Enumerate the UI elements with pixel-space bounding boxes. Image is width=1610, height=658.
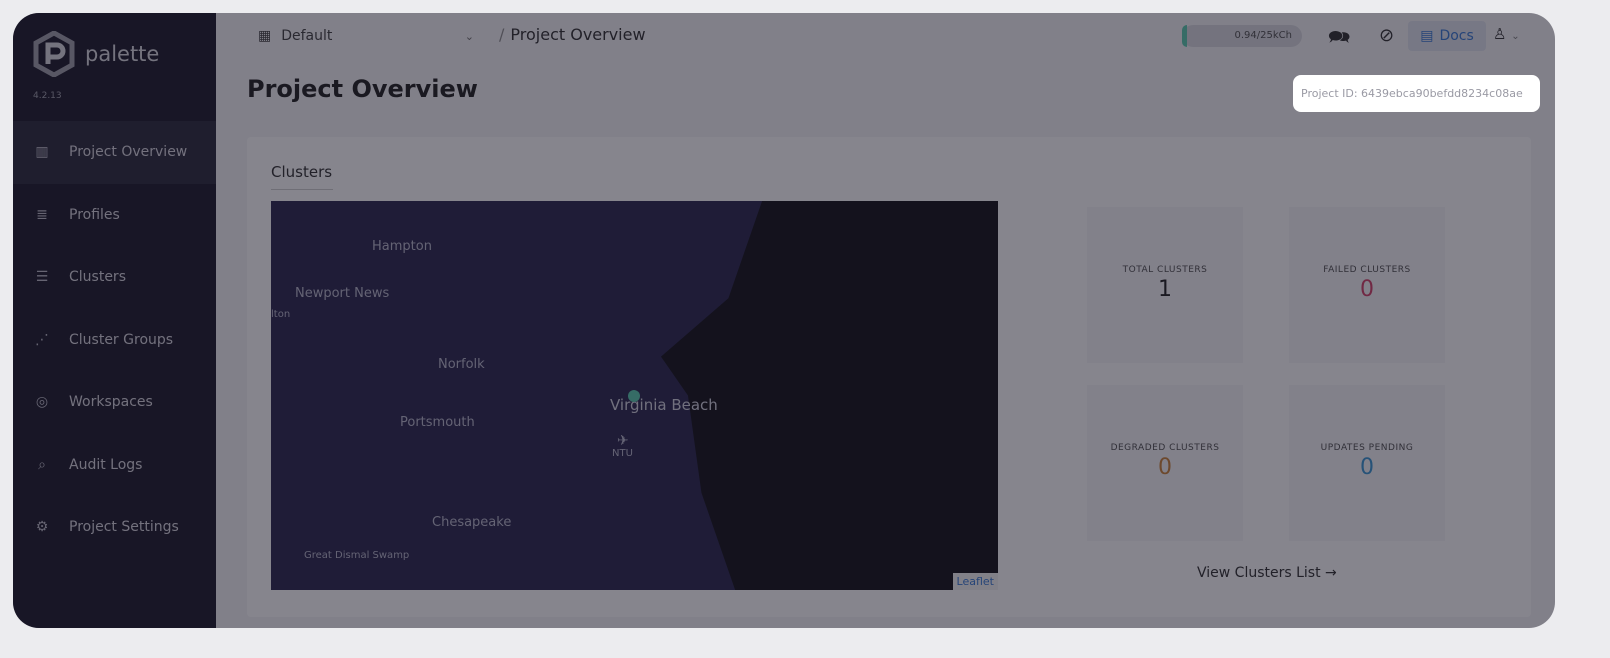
stat-degraded-clusters: DEGRADED CLUSTERS 0 — [1087, 385, 1243, 541]
project-select-value: Default — [281, 28, 333, 44]
sidebar-item-label: Project Settings — [69, 519, 179, 536]
logo[interactable]: palette — [33, 31, 159, 77]
clusters-map[interactable]: Hampton Newport News lton Norfolk Virgin… — [271, 201, 998, 590]
sidebar-item-workspaces[interactable]: ◎ Workspaces — [13, 371, 216, 434]
view-clusters-list-link[interactable]: View Clusters List → — [1197, 565, 1337, 581]
breadcrumb-separator: / — [499, 25, 505, 44]
app-version: 4.2.13 — [33, 91, 62, 101]
sidebar-item-label: Audit Logs — [69, 456, 143, 473]
sidebar: palette 4.2.13 ▥ Project Overview ≣ Profil… — [13, 13, 216, 628]
sidebar-item-label: Profiles — [69, 206, 120, 223]
map-attribution[interactable]: Leaflet — [952, 573, 998, 590]
book-icon: ▤ — [1420, 28, 1434, 44]
app-name: palette — [85, 42, 160, 66]
map-label: Norfolk — [438, 357, 485, 372]
project-icon: ▦ — [258, 28, 272, 44]
sidebar-item-cluster-groups[interactable]: ⋰ Cluster Groups — [13, 309, 216, 372]
user-avatar-icon[interactable]: ♙ ⌄ — [1493, 25, 1520, 43]
sidebar-nav: ▥ Project Overview ≣ Profiles ☰ Clusters ⋰ C… — [13, 121, 216, 559]
map-label: Portsmouth — [400, 415, 475, 430]
stat-value: 0 — [1360, 277, 1374, 302]
stat-label: UPDATES PENDING — [1320, 443, 1414, 453]
stat-updates-pending: UPDATES PENDING 0 — [1289, 385, 1445, 541]
credits-usage-text: 0.94/25kCh — [1234, 30, 1292, 41]
main-content: ▦ Default ⌄ / Project Overview 0.94/25kCh 🗪… — [216, 13, 1555, 628]
arrow-right-icon: → — [1325, 565, 1337, 581]
sidebar-item-profiles[interactable]: ≣ Profiles — [13, 184, 216, 247]
stat-label: TOTAL CLUSTERS — [1122, 265, 1208, 275]
credits-usage-fill — [1182, 25, 1187, 47]
app-window: palette 4.2.13 ▥ Project Overview ≣ Profil… — [13, 13, 1555, 628]
breadcrumb-current: Project Overview — [510, 25, 646, 44]
clusters-card: Clusters Hampton Newport News lton Norfo… — [247, 137, 1531, 617]
map-label: NTU — [612, 448, 633, 459]
compass-icon[interactable]: ⊘ — [1379, 25, 1394, 46]
target-icon: ◎ — [35, 394, 49, 411]
stat-label: DEGRADED CLUSTERS — [1110, 443, 1220, 453]
stat-total-clusters: TOTAL CLUSTERS 1 — [1087, 207, 1243, 363]
cluster-marker[interactable] — [628, 390, 640, 402]
map-label: Virginia Beach — [610, 396, 718, 414]
map-label: Great Dismal Swamp — [304, 550, 410, 561]
database-icon: ≣ — [36, 206, 48, 223]
breadcrumb: / Project Overview — [499, 25, 646, 44]
network-icon: ⋰ — [35, 331, 49, 348]
view-clusters-list-label: View Clusters List — [1197, 565, 1321, 581]
topbar: ▦ Default ⌄ / Project Overview 0.94/25kCh 🗪… — [216, 13, 1555, 58]
docs-button[interactable]: ▤ Docs — [1408, 21, 1486, 51]
chevron-down-icon: ⌄ — [464, 29, 474, 43]
sidebar-item-project-overview[interactable]: ▥ Project Overview — [13, 121, 216, 184]
gear-icon: ⚙ — [35, 519, 49, 536]
credits-usage-bar[interactable]: 0.94/25kCh — [1182, 25, 1302, 47]
map-label: Chesapeake — [432, 515, 512, 530]
stat-value: 0 — [1158, 455, 1172, 480]
airport-icon: ✈ — [617, 433, 629, 449]
search-doc-icon: ⌕ — [38, 456, 46, 473]
clusters-icon: ☰ — [35, 269, 49, 286]
map-label: Hampton — [372, 239, 432, 254]
stat-value: 0 — [1360, 455, 1374, 480]
map-label: Newport News — [295, 286, 390, 301]
sidebar-item-label: Workspaces — [69, 394, 153, 411]
chat-icon[interactable]: 🗪 — [1328, 25, 1350, 55]
stat-label: FAILED CLUSTERS — [1323, 265, 1411, 275]
sidebar-item-clusters[interactable]: ☰ Clusters — [13, 246, 216, 309]
stat-failed-clusters: FAILED CLUSTERS 0 — [1289, 207, 1445, 363]
sidebar-item-label: Clusters — [69, 269, 126, 286]
sidebar-item-audit-logs[interactable]: ⌕ Audit Logs — [13, 434, 216, 497]
sidebar-item-label: Project Overview — [69, 144, 188, 161]
stat-value: 1 — [1158, 277, 1172, 302]
clusters-title: Clusters — [271, 163, 333, 190]
sidebar-item-label: Cluster Groups — [69, 331, 174, 348]
docs-label: Docs — [1439, 28, 1474, 44]
chart-icon: ▥ — [35, 144, 49, 161]
map-label: lton — [271, 309, 291, 320]
page-title: Project Overview — [247, 75, 478, 103]
sidebar-item-project-settings[interactable]: ⚙ Project Settings — [13, 496, 216, 559]
project-select[interactable]: ▦ Default ⌄ — [246, 21, 486, 51]
project-id: Project ID: 6439ebca90befdd8234c08ae — [1293, 75, 1540, 112]
palette-logo-icon — [33, 31, 75, 77]
